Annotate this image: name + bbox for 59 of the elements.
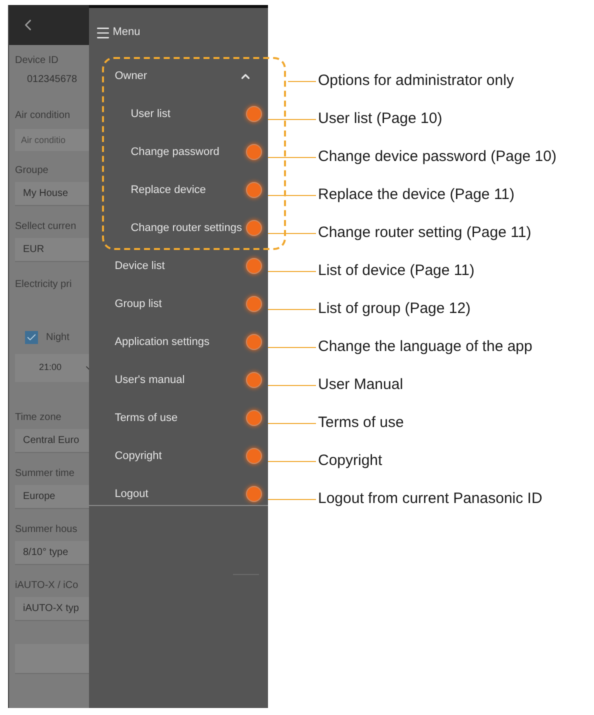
- leader-line: [268, 460, 316, 462]
- callout-text: User Manual: [318, 374, 404, 395]
- select-field[interactable]: EUR: [15, 238, 89, 262]
- menu-item[interactable]: Group list: [114, 296, 162, 312]
- field-value: 012345678: [26, 73, 78, 87]
- select-field[interactable]: iAUTO-X typ: [15, 597, 89, 621]
- leader-line: [268, 194, 316, 196]
- menu-item[interactable]: Change router settings: [130, 220, 242, 236]
- menu-icon[interactable]: [94, 24, 111, 40]
- field-label: Summer hous: [15, 523, 78, 537]
- menu-item[interactable]: Change password: [130, 144, 220, 160]
- select-field[interactable]: My House: [15, 182, 89, 206]
- field-label: Groupe: [15, 164, 50, 178]
- callout-text: Copyright: [318, 450, 382, 471]
- leader-line: [268, 232, 316, 234]
- field-label: Sellect curren: [15, 220, 78, 234]
- leader-line: [268, 308, 316, 310]
- menu-item[interactable]: Logout: [114, 486, 148, 502]
- check-icon: [26, 332, 37, 342]
- input-field[interactable]: Air conditio: [15, 129, 89, 151]
- menu-item[interactable]: User list: [130, 106, 170, 122]
- callout-text: Change router setting (Page 11): [318, 222, 532, 243]
- leader-line: [268, 346, 316, 348]
- field-label: Electricity pri: [15, 278, 73, 292]
- leader-line: [268, 498, 316, 500]
- menu-item[interactable]: Device list: [114, 258, 165, 274]
- menu-title: Menu: [112, 25, 140, 40]
- callout-text: List of device (Page 11): [318, 260, 474, 281]
- menu-item[interactable]: Terms of use: [114, 410, 178, 426]
- select-field[interactable]: Europe: [15, 485, 89, 509]
- checkbox-label: Night: [46, 330, 70, 344]
- leader-line: [268, 118, 316, 120]
- field-label: iAUTO-X / iCo: [15, 579, 80, 593]
- menu-item[interactable]: Application settings: [114, 334, 210, 350]
- menu-item[interactable]: Copyright: [114, 448, 162, 464]
- callout-text: Replace the device (Page 11): [318, 184, 515, 205]
- checkbox[interactable]: [25, 330, 38, 344]
- callout-text: List of group (Page 12): [318, 298, 471, 319]
- field-label: Air condition: [15, 109, 72, 123]
- select-field[interactable]: Central Euro: [15, 429, 89, 453]
- leader-line: [268, 422, 316, 424]
- leader-line: [288, 80, 316, 82]
- menu-item[interactable]: User's manual: [114, 372, 185, 388]
- leader-line: [268, 156, 316, 158]
- callout-text: Options for administrator only: [318, 70, 514, 91]
- callout-text: Change device password (Page 10): [318, 146, 556, 167]
- select-field[interactable]: 8/10° type: [15, 541, 89, 565]
- callout-text: User list (Page 10): [318, 108, 442, 129]
- menu-item[interactable]: Replace device: [130, 182, 206, 198]
- callout-text: Logout from current Panasonic ID: [318, 488, 542, 509]
- leader-line: [268, 270, 316, 272]
- leader-line: [268, 384, 316, 386]
- field-label: Summer time: [15, 467, 76, 481]
- field-label: Device ID: [15, 54, 60, 68]
- field-label: Time zone: [15, 411, 62, 425]
- callout-text: Change the language of the app: [318, 336, 532, 357]
- callout-text: Terms of use: [318, 412, 404, 433]
- menu-item[interactable]: Owner: [114, 68, 148, 84]
- time-field[interactable]: 21:00: [15, 354, 89, 382]
